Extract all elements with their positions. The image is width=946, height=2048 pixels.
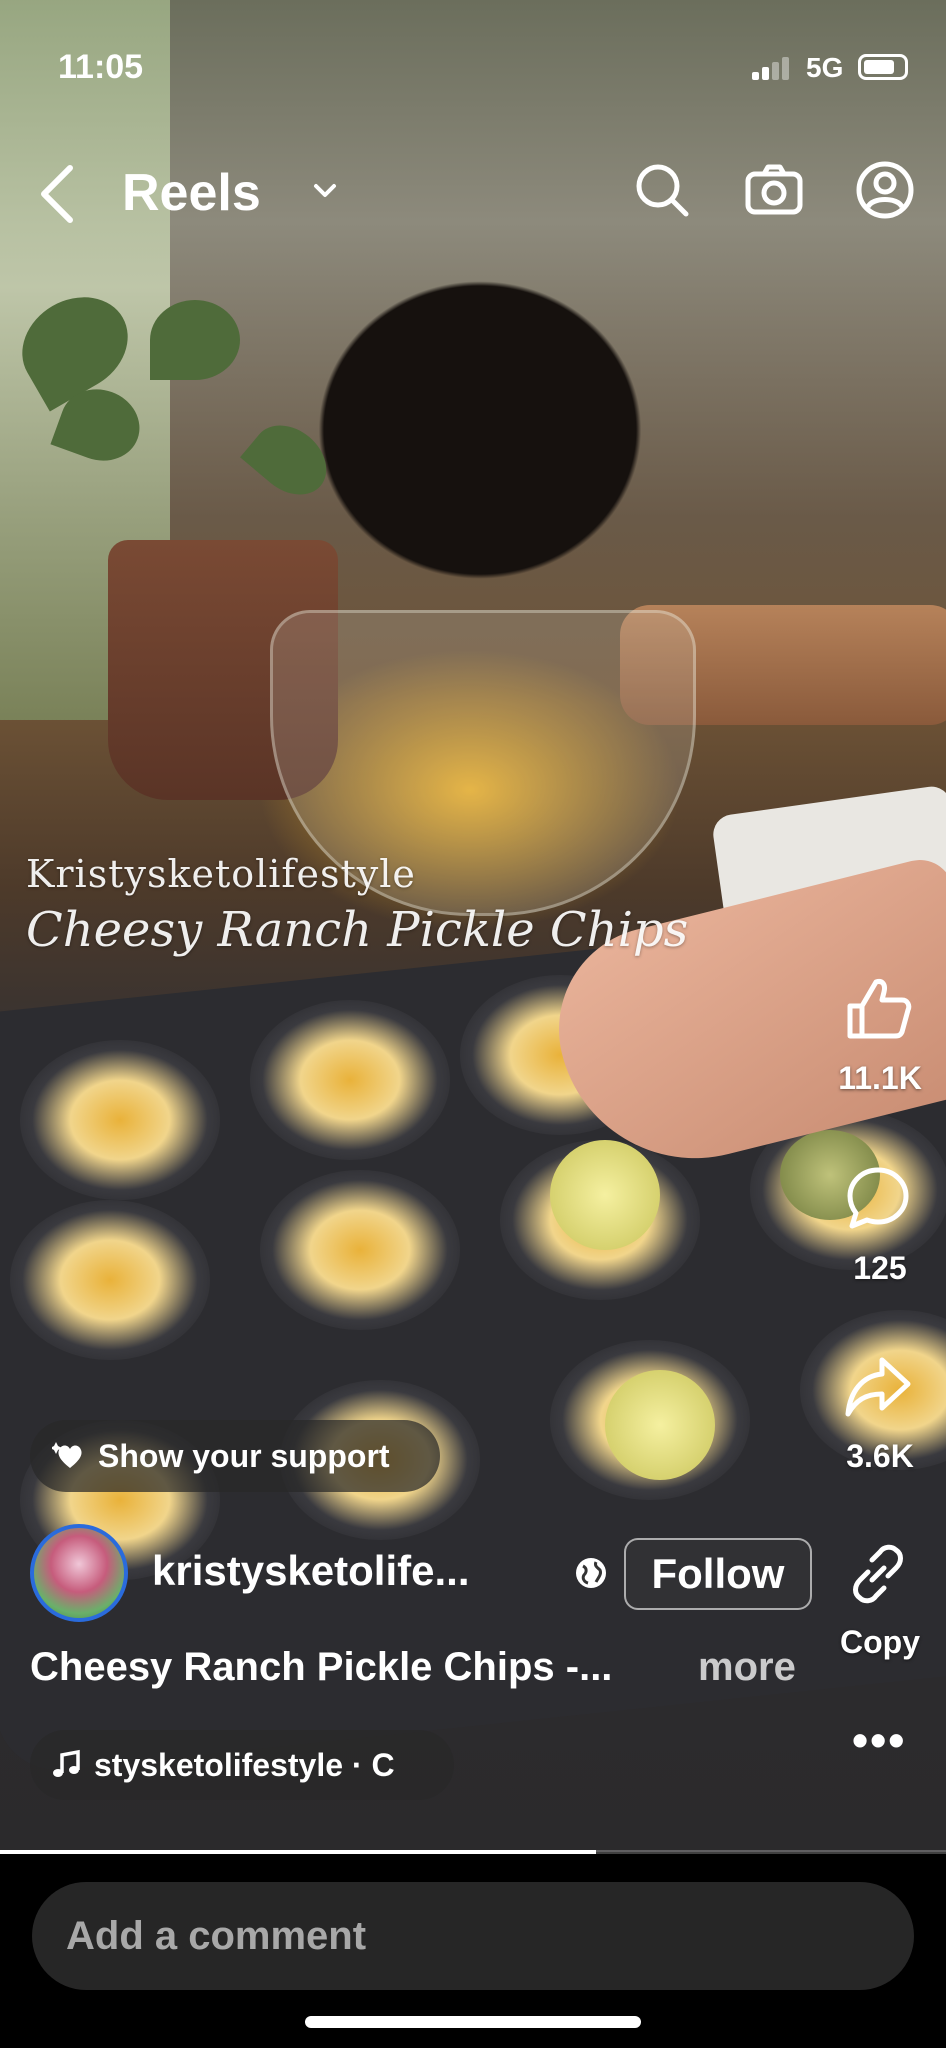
home-indicator[interactable] — [305, 2016, 641, 2028]
comment-input[interactable] — [64, 1912, 868, 1960]
tin-cup — [250, 1000, 450, 1160]
tin-cup — [260, 1170, 460, 1330]
comment-bar[interactable] — [32, 1882, 914, 1990]
music-note-icon — [53, 1749, 80, 1777]
show-support-button[interactable]: Show your support — [30, 1420, 440, 1492]
caption-more-link[interactable]: more — [698, 1645, 796, 1690]
video-overlay-subtitle: Cheesy Ranch Pickle Chips — [26, 902, 689, 958]
copy-link-label[interactable]: Copy — [816, 1624, 944, 1661]
network-type: 5G — [806, 52, 844, 83]
camera-icon[interactable] — [744, 160, 804, 220]
comment-icon[interactable] — [842, 1162, 914, 1234]
follow-button[interactable]: Follow — [624, 1538, 812, 1610]
audio-track-button[interactable]: stysketolifestyle · C — [30, 1730, 454, 1800]
reel-caption[interactable]: Cheesy Ranch Pickle Chips -... — [30, 1645, 612, 1690]
like-thumbs-up-icon[interactable] — [842, 972, 914, 1044]
video-progress-bar[interactable] — [0, 1850, 946, 1854]
battery-icon — [858, 54, 908, 80]
chevron-down-icon[interactable] — [312, 182, 338, 200]
pickle-slice — [550, 1140, 660, 1250]
profile-icon[interactable] — [855, 160, 915, 220]
status-time: 11:05 — [58, 48, 144, 86]
sparkle-heart-icon — [52, 1442, 82, 1468]
account-username[interactable]: kristysketolife... — [152, 1547, 469, 1595]
pickle-slice — [605, 1370, 715, 1480]
like-count: 11.1K — [838, 1060, 922, 1096]
back-arrow-icon[interactable] — [36, 162, 80, 226]
tin-cup — [20, 1040, 220, 1200]
avatar[interactable] — [30, 1524, 128, 1622]
globe-icon — [576, 1558, 606, 1588]
page-title[interactable]: Reels — [122, 163, 261, 223]
audio-track-label: stysketolifestyle · C — [94, 1746, 395, 1783]
share-icon[interactable] — [842, 1352, 914, 1424]
plant-leaf — [150, 300, 240, 380]
search-icon[interactable] — [632, 160, 692, 220]
comment-count: 125 — [853, 1250, 907, 1286]
more-options-icon[interactable]: ••• — [852, 1717, 906, 1763]
tin-cup — [10, 1200, 210, 1360]
plant-leaf — [240, 411, 340, 509]
link-icon[interactable] — [842, 1538, 914, 1610]
video-progress-fill — [0, 1850, 596, 1854]
share-count: 3.6K — [846, 1438, 914, 1474]
signal-icon — [752, 56, 792, 80]
video-overlay-title: Kristysketolifestyle — [26, 852, 416, 896]
show-support-label: Show your support — [98, 1437, 390, 1474]
